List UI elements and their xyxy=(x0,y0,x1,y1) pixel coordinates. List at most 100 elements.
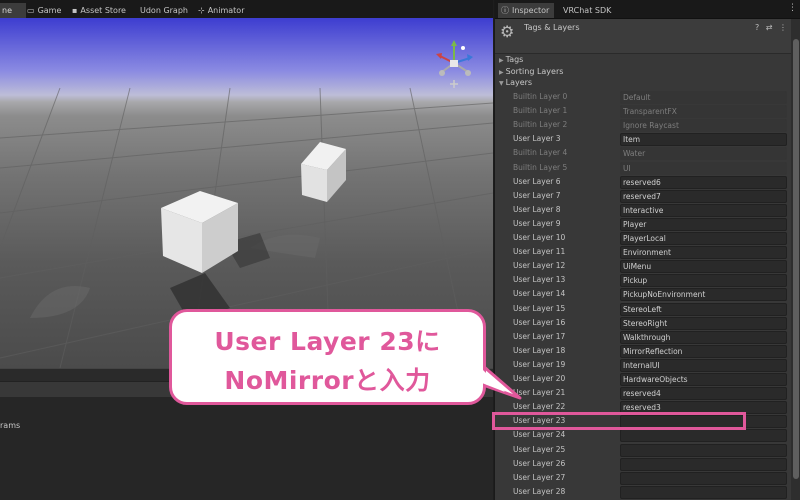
layer-label: User Layer 17 xyxy=(513,331,566,341)
inspector-scrollbar[interactable] xyxy=(791,19,800,500)
layer-label: User Layer 20 xyxy=(513,374,566,383)
layer-row: User Layer 17 Walkthrough xyxy=(513,330,787,344)
layer-row: Builtin Layer 1 TransparentFX xyxy=(513,105,787,119)
tab-game[interactable]: ▭ Game xyxy=(27,3,61,18)
layer-label: User Layer 27 xyxy=(513,472,566,482)
layer-name-field[interactable]: Interactive xyxy=(620,203,787,217)
layer-label: User Layer 24 xyxy=(513,430,566,440)
layer-name-field[interactable] xyxy=(620,471,787,485)
layer-name-field[interactable]: Pickup xyxy=(620,274,787,288)
layer-row: User Layer 14 PickupNoEnvironment xyxy=(513,288,787,302)
chevron-down-icon: ▼ xyxy=(499,80,504,87)
tab-scene[interactable]: ne xyxy=(0,3,26,18)
info-icon: ⓘ xyxy=(501,6,509,15)
animator-icon: ⊹ xyxy=(198,6,205,15)
tab-label: Inspector xyxy=(512,6,550,15)
tab-udon-graph[interactable]: Udon Graph xyxy=(140,3,188,18)
layer-label: User Layer 11 xyxy=(513,247,566,257)
inspector-title: Tags & Layers xyxy=(524,23,580,32)
callout-line-1: User Layer 23に xyxy=(214,327,441,356)
layer-label: Builtin Layer 0 xyxy=(513,92,568,101)
cube-object[interactable] xyxy=(301,142,346,202)
layer-name-field[interactable]: StereoRight xyxy=(620,316,787,330)
layer-name-field[interactable]: reserved7 xyxy=(620,189,787,203)
inspector-tab-bar: ⓘ Inspector VRChat SDK ⋮ xyxy=(495,0,800,19)
layer-row: User Layer 25 xyxy=(513,443,787,457)
tab-vrchat-sdk[interactable]: VRChat SDK xyxy=(563,3,611,18)
layer-label: User Layer 18 xyxy=(513,345,566,355)
layer-row: User Layer 6 reserved6 xyxy=(513,175,787,189)
layer-row: User Layer 3 Item xyxy=(513,133,787,147)
console-message[interactable]: rams xyxy=(0,421,20,430)
layer-label: User Layer 6 xyxy=(513,176,561,186)
layer-label: User Layer 19 xyxy=(513,359,566,369)
layer-name-field[interactable]: HardwareObjects xyxy=(620,373,787,386)
console-panel xyxy=(0,397,493,500)
layer-label: User Layer 8 xyxy=(513,204,561,214)
layer-row: User Layer 26 xyxy=(513,457,787,471)
tags-foldout[interactable]: ▶ Tags xyxy=(499,55,523,64)
layer-name-field[interactable]: PlayerLocal xyxy=(620,232,787,245)
layer-name-field: Water xyxy=(620,147,787,161)
layer-name-field[interactable]: Player xyxy=(620,217,787,231)
layer-row: User Layer 7 reserved7 xyxy=(513,189,787,203)
layer-row: User Layer 19 InternalUI xyxy=(513,358,787,372)
tab-asset-store[interactable]: ▪ Asset Store xyxy=(72,3,126,18)
layer-row: User Layer 15 StereoLeft xyxy=(513,302,787,316)
tab-animator[interactable]: ⊹ Animator xyxy=(198,3,244,18)
layer-name-field[interactable]: Environment xyxy=(620,246,787,260)
layer-row: User Layer 18 MirrorReflection xyxy=(513,344,787,358)
tab-label: VRChat SDK xyxy=(563,6,612,15)
layer-label: Builtin Layer 4 xyxy=(513,148,568,158)
game-icon: ▭ xyxy=(27,6,35,15)
tab-label: Udon Graph xyxy=(140,6,188,15)
foldout-label: Sorting Layers xyxy=(505,67,564,76)
layer-label: Builtin Layer 5 xyxy=(513,162,568,172)
layer-name-field[interactable] xyxy=(620,443,787,457)
highlight-box xyxy=(492,412,746,430)
layers-foldout[interactable]: ▼ Layers xyxy=(499,78,532,87)
scrollbar-thumb[interactable] xyxy=(793,39,799,479)
layer-name-field[interactable] xyxy=(620,457,787,471)
chevron-right-icon: ▶ xyxy=(499,69,504,76)
inspector-header: ⚙ Tags & Layers ? ⇄ ⋮ xyxy=(495,19,791,54)
layer-label: User Layer 26 xyxy=(513,458,566,468)
layer-name-field[interactable]: reserved4 xyxy=(620,387,787,401)
layer-name-field[interactable]: InternalUI xyxy=(620,358,787,372)
layer-name-field[interactable] xyxy=(620,429,787,443)
layer-label: User Layer 16 xyxy=(513,317,566,327)
layer-label: User Layer 12 xyxy=(513,261,566,271)
layer-row: User Layer 27 xyxy=(513,471,787,485)
window-menu-icon[interactable]: ⋮ xyxy=(788,3,797,13)
layer-name-field[interactable]: PickupNoEnvironment xyxy=(620,288,787,302)
tab-label: Animator xyxy=(207,6,245,15)
layer-label: User Layer 10 xyxy=(513,233,566,242)
foldout-label: Layers xyxy=(505,78,533,87)
layer-label: Builtin Layer 2 xyxy=(513,120,568,130)
layer-row: User Layer 12 UiMenu xyxy=(513,260,787,274)
orientation-gizmo-icon[interactable] xyxy=(430,36,478,90)
header-action-icons[interactable]: ? ⇄ ⋮ xyxy=(755,23,789,32)
layer-name-field[interactable]: UiMenu xyxy=(620,260,787,274)
layer-name-field[interactable]: StereoLeft xyxy=(620,302,787,316)
layer-label: User Layer 25 xyxy=(513,444,566,454)
layer-row: User Layer 16 StereoRight xyxy=(513,316,787,330)
layer-name-field[interactable] xyxy=(620,485,787,499)
layer-name-field[interactable]: reserved6 xyxy=(620,175,787,189)
cube-object[interactable] xyxy=(161,191,238,273)
layer-row: User Layer 10 PlayerLocal xyxy=(513,232,787,245)
gear-icon: ⚙ xyxy=(500,22,515,41)
layer-row: User Layer 21 reserved4 xyxy=(513,387,787,401)
layer-label: User Layer 22 xyxy=(513,402,566,412)
layer-row: User Layer 20 HardwareObjects xyxy=(513,373,787,386)
layer-name-field: Ignore Raycast xyxy=(620,119,787,133)
layer-label: User Layer 3 xyxy=(513,134,561,144)
sorting-layers-foldout[interactable]: ▶ Sorting Layers xyxy=(499,67,563,76)
layer-name-field[interactable]: Walkthrough xyxy=(620,330,787,344)
layer-name-field[interactable]: Item xyxy=(620,133,787,147)
asset-store-icon: ▪ xyxy=(72,6,78,15)
tab-label: ne xyxy=(2,6,12,15)
tab-inspector[interactable]: ⓘ Inspector xyxy=(498,3,554,18)
layer-name-field[interactable]: MirrorReflection xyxy=(620,344,787,358)
layer-row: User Layer 24 xyxy=(513,429,787,443)
